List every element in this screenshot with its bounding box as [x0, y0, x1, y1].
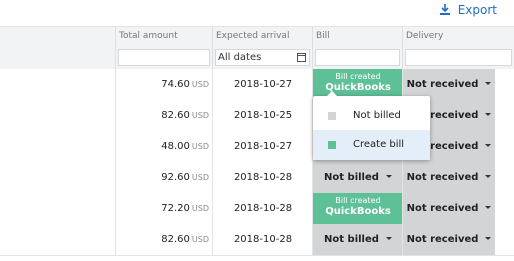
export-button[interactable]: Export [439, 2, 497, 18]
currency-label: USD [191, 111, 209, 120]
table-row[interactable]: 48.00 USD 2018-10-27 Not received [0, 131, 514, 163]
amount-value: 48.00 [161, 141, 190, 152]
chevron-down-icon [485, 113, 492, 116]
arrival-date: 2018-10-28 [233, 203, 293, 214]
arrival-date: 2018-10-27 [233, 79, 293, 90]
column-label: Total amount [119, 31, 178, 41]
table-row[interactable]: 82.60 USD 2018-10-25 Not received [0, 100, 514, 132]
chevron-down-icon [485, 206, 492, 209]
amount-cell: 74.60 USD [115, 69, 213, 100]
currency-label: USD [191, 173, 209, 182]
amount-value: 82.60 [161, 234, 190, 245]
amount-cell: 48.00 USD [115, 131, 213, 162]
date-cell: 2018-10-25 [212, 100, 313, 131]
bill-cell[interactable]: Bill created QuickBooks [312, 193, 403, 224]
table-row[interactable]: 74.60 USD 2018-10-27 Bill created QuickBo… [0, 69, 514, 101]
table-row[interactable]: 92.60 USD 2018-10-28 Not billed Not recei… [0, 162, 514, 194]
amount-cell: 92.60 USD [115, 162, 213, 193]
chevron-down-icon [385, 175, 392, 178]
bill-cell[interactable]: Not billed [312, 162, 403, 193]
date-filter-value: All dates [218, 52, 262, 63]
amount-cell: 82.60 USD [115, 100, 213, 131]
arrival-date: 2018-10-28 [233, 172, 293, 183]
arrival-date: 2018-10-25 [233, 110, 293, 121]
bill-filter[interactable] [315, 49, 400, 66]
column-label: Bill [316, 31, 330, 41]
table-header: Total amount Expected arrival All dates … [0, 26, 514, 70]
currency-label: USD [191, 142, 209, 151]
bill-created-badge[interactable]: Bill created QuickBooks [313, 193, 403, 224]
chevron-down-icon [485, 144, 492, 147]
delivery-status: Not received [406, 203, 479, 214]
currency-label: USD [191, 80, 209, 89]
chevron-down-icon [385, 237, 392, 240]
menu-item-not-billed[interactable]: Not billed [313, 101, 430, 131]
date-cell: 2018-10-28 [212, 193, 313, 224]
column-total-amount[interactable]: Total amount [115, 27, 213, 69]
table-row[interactable]: 72.20 USD 2018-10-28 Bill created QuickBo… [0, 193, 514, 225]
menu-item-label: Not billed [353, 110, 401, 121]
gray-swatch-icon [328, 112, 336, 120]
download-icon [439, 4, 450, 15]
date-cell: 2018-10-28 [212, 224, 313, 255]
delivery-status: Not received [406, 79, 479, 90]
delivery-cell[interactable]: Not received [402, 162, 495, 193]
quickbooks-label: QuickBooks [325, 206, 391, 217]
export-label: Export [457, 3, 497, 17]
delivery-status: Not received [406, 172, 479, 183]
amount-value: 82.60 [161, 110, 190, 121]
chevron-down-icon [485, 82, 492, 85]
expected-arrival-filter[interactable]: All dates [215, 49, 310, 66]
toolbar: Export [0, 0, 514, 26]
amount-value: 74.60 [161, 79, 190, 90]
currency-label: USD [191, 235, 209, 244]
column-delivery[interactable]: Delivery [402, 27, 514, 69]
calendar-icon[interactable] [297, 53, 306, 62]
delivery-status: Not received [406, 234, 479, 245]
chevron-down-icon [485, 237, 492, 240]
column-label: Delivery [406, 31, 444, 41]
bill-status: Not billed [324, 234, 379, 245]
date-cell: 2018-10-27 [212, 131, 313, 162]
amount-cell: 82.60 USD [115, 224, 213, 255]
column-label: Expected arrival [216, 31, 290, 41]
date-cell: 2018-10-28 [212, 162, 313, 193]
green-swatch-icon [328, 141, 336, 149]
amount-cell: 72.20 USD [115, 193, 213, 224]
currency-label: USD [191, 204, 209, 213]
arrival-date: 2018-10-28 [233, 234, 293, 245]
date-cell: 2018-10-27 [212, 69, 313, 100]
bill-status: Not billed [324, 172, 379, 183]
amount-value: 92.60 [161, 172, 190, 183]
table-row[interactable]: 82.60 USD 2018-10-28 Not billed Not recei… [0, 224, 514, 256]
chevron-down-icon [485, 175, 492, 178]
menu-item-label: Create bill [353, 139, 405, 150]
bill-cell[interactable]: Not billed [312, 224, 403, 255]
bill-created-label: Bill created [335, 196, 381, 205]
column-expected-arrival[interactable]: Expected arrival All dates [212, 27, 313, 69]
total-amount-filter[interactable] [118, 49, 210, 66]
bill-dropdown[interactable]: Not billed [313, 224, 403, 255]
menu-item-create-bill[interactable]: Create bill [313, 130, 430, 160]
column-bill[interactable]: Bill [312, 27, 403, 69]
delivery-dropdown[interactable]: Not received [403, 162, 495, 193]
bill-created-label: Bill created [335, 72, 381, 81]
delivery-dropdown[interactable]: Not received [403, 193, 495, 224]
delivery-filter[interactable] [405, 49, 512, 66]
bill-dropdown[interactable]: Not billed [313, 162, 403, 193]
bill-status-menu: Not billed Create bill [313, 91, 430, 160]
delivery-cell[interactable]: Not received [402, 224, 495, 255]
menu-pointer [327, 91, 337, 96]
arrival-date: 2018-10-27 [233, 141, 293, 152]
delivery-cell[interactable]: Not received [402, 193, 495, 224]
delivery-dropdown[interactable]: Not received [403, 224, 495, 255]
amount-value: 72.20 [161, 203, 190, 214]
